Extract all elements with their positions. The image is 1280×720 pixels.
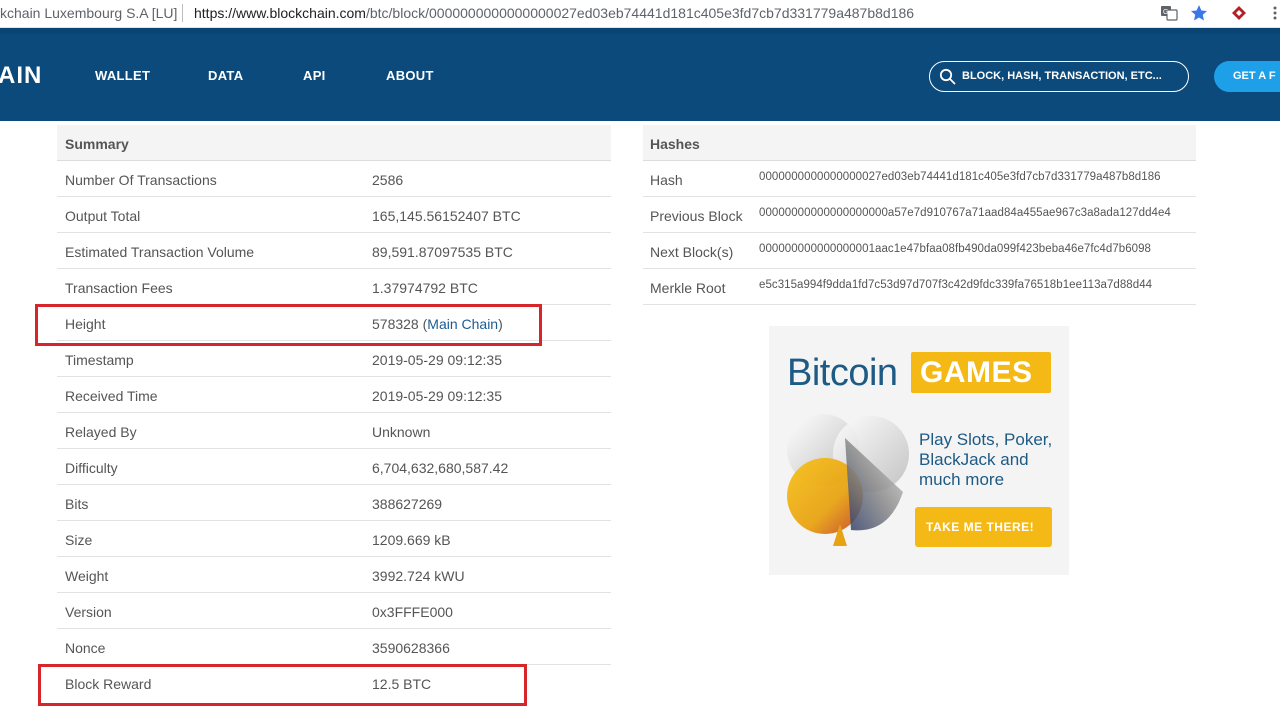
row-label: Previous Block [650,208,743,224]
get-wallet-label: GET A F [1233,70,1276,82]
url-domain: https://www.blockchain.com [194,5,366,21]
site-header: AIN WALLET DATA API ABOUT BLOCK, HASH, T… [0,28,1280,121]
ad-tagline: Play Slots, Poker, BlackJack and much mo… [919,430,1053,489]
row-value: 6,704,632,680,587.42 [372,460,509,476]
search-placeholder: BLOCK, HASH, TRANSACTION, ETC... [962,70,1162,82]
row-label: Merkle Root [650,280,726,296]
table-row: Transaction Fees 1.37974792 BTC [57,269,611,305]
row-label: Nonce [65,640,106,656]
hash-value: 0000000000000000027ed03eb74441d181c405e3… [759,171,1161,183]
row-value: 165,145.56152407 BTC [372,208,521,224]
url-path: /btc/block/0000000000000000027ed03eb7444… [365,5,915,21]
row-label: Size [65,532,93,548]
row-value: 2019-05-29 09:12:35 [372,388,502,404]
svg-text:G: G [1163,9,1168,16]
summary-table: Summary Number Of Transactions 2586 Outpu… [57,125,611,701]
row-label: Transaction Fees [65,280,173,296]
star-icon[interactable] [1190,4,1208,22]
table-row: Number Of Transactions 2586 [57,161,611,197]
table-row: Bits 388627269 [57,485,611,521]
ad-brand-badge-label: GAMES [920,356,1033,389]
table-row: Received Time 2019-05-29 09:12:35 [57,377,611,413]
row-value: 3992.724 kWU [372,568,465,584]
table-row: Size 1209.669 kB [57,521,611,557]
get-wallet-button[interactable]: GET A F [1214,61,1280,92]
table-row: Hash 0000000000000000027ed03eb74441d181c4… [643,161,1196,197]
site-identity-label[interactable]: kchain Luxembourg S.A [LU] [0,5,177,21]
summary-title: Summary [65,136,129,152]
hashes-title: Hashes [650,136,700,152]
table-row: Estimated Transaction Volume 89,591.87097… [57,233,611,269]
row-label: Timestamp [65,352,134,368]
table-row: Merkle Root e5c315a994f9dda1fd7c53d97d707… [643,269,1196,305]
table-row: Relayed By Unknown [57,413,611,449]
row-label: Weight [65,568,109,584]
take-me-there-button[interactable]: TAKE ME THERE! [915,507,1052,547]
next-block-link[interactable]: 000000000000000001aac1e47bfaa08fb490da09… [759,243,1151,255]
row-value: Unknown [372,424,431,440]
row-label: Received Time [65,388,158,404]
menu-icon[interactable] [1266,4,1280,22]
url-field[interactable]: https://www.blockchain.com/btc/block/000… [194,5,914,21]
table-row: Difficulty 6,704,632,680,587.42 [57,449,611,485]
row-label: Next Block(s) [650,244,734,260]
row-label: Output Total [65,208,141,224]
address-separator [182,4,183,22]
table-row: Nonce 3590628366 [57,629,611,665]
row-value: 1209.669 kB [372,532,451,548]
extension-icon[interactable] [1230,4,1248,22]
search-icon [939,68,956,85]
search-input[interactable]: BLOCK, HASH, TRANSACTION, ETC... [929,61,1189,92]
ad-brand: Bitcoin [787,352,898,394]
table-row: Version 0x3FFFE000 [57,593,611,629]
nav-data[interactable]: DATA [208,68,243,83]
height-highlight-box [35,304,542,346]
table-row: Output Total 165,145.56152407 BTC [57,197,611,233]
row-label: Bits [65,496,89,512]
ad-brand-badge: GAMES [911,352,1051,393]
row-label: Relayed By [65,424,137,440]
row-label: Estimated Transaction Volume [65,244,255,260]
row-label: Difficulty [65,460,118,476]
nav-api[interactable]: API [303,68,326,83]
table-row: Weight 3992.724 kWU [57,557,611,593]
browser-address-bar: kchain Luxembourg S.A [LU] https://www.b… [0,0,1280,28]
hashes-header: Hashes [643,125,1196,161]
block-reward-highlight-box [38,664,527,706]
translate-icon[interactable]: G [1160,4,1178,22]
merkle-root-value: e5c315a994f9dda1fd7c53d97d707f3c42d9fdc3… [759,279,1153,291]
spade-logo-icon [787,414,909,546]
row-value: 0x3FFFE000 [372,604,453,620]
site-logo[interactable]: AIN [0,62,42,90]
summary-header: Summary [57,125,611,161]
hashes-table: Hashes Hash 0000000000000000027ed03eb7444… [643,125,1196,305]
row-label: Hash [650,172,683,188]
row-value: 2019-05-29 09:12:35 [372,352,502,368]
table-row: Previous Block 00000000000000000000a57e7d… [643,197,1196,233]
row-value: 2586 [372,172,404,188]
bitcoin-games-ad[interactable]: Bitcoin GAMES Play Slots, Poker, BlackJa… [769,326,1069,575]
row-value: 388627269 [372,496,443,512]
ad-button-label: TAKE ME THERE! [926,520,1035,534]
table-row: Timestamp 2019-05-29 09:12:35 [57,341,611,377]
row-label: Version [65,604,112,620]
row-value: 3590628366 [372,640,450,656]
nav-wallet[interactable]: WALLET [95,68,150,83]
previous-block-link[interactable]: 00000000000000000000a57e7d910767a71aad84… [759,207,1171,219]
row-label: Number Of Transactions [65,172,217,188]
row-value: 89,591.87097535 BTC [372,244,513,260]
table-row: Next Block(s) 000000000000000001aac1e47bf… [643,233,1196,269]
row-value: 1.37974792 BTC [372,280,478,296]
nav-about[interactable]: ABOUT [386,68,434,83]
